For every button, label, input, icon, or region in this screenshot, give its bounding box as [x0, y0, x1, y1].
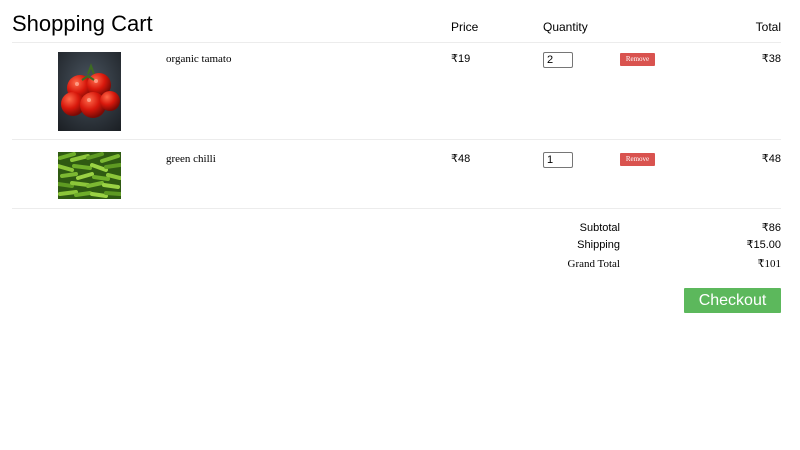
quantity-input[interactable]	[543, 52, 573, 68]
line-total: ₹48	[761, 153, 781, 165]
subtotal-value: ₹86	[761, 222, 781, 234]
product-name[interactable]: green chilli	[166, 152, 216, 166]
quantity-input[interactable]	[543, 152, 573, 168]
grand-total-label: Grand Total	[567, 258, 621, 270]
product-price: ₹19	[451, 53, 471, 65]
checkout-button[interactable]: Checkout	[684, 288, 781, 313]
price-column-header: Price	[451, 20, 479, 34]
shipping-value: ₹15.00	[746, 239, 781, 251]
header-divider	[12, 42, 781, 43]
line-total: ₹38	[761, 53, 781, 65]
row-divider	[12, 139, 781, 140]
summary-divider	[12, 208, 781, 209]
page-title: Shopping Cart	[12, 11, 153, 36]
product-name[interactable]: organic tamato	[166, 52, 231, 66]
product-price: ₹48	[451, 153, 471, 165]
shipping-label: Shipping	[577, 239, 620, 251]
total-column-header: Total	[755, 20, 781, 34]
grand-total-value: ₹101	[757, 258, 782, 270]
quantity-column-header: Quantity	[543, 20, 588, 34]
shopping-cart-page: Shopping Cart Price Quantity Total organ…	[0, 0, 800, 450]
tomato-image	[58, 52, 121, 131]
subtotal-label: Subtotal	[579, 222, 620, 234]
remove-button[interactable]: Remove	[620, 53, 655, 66]
green-chilli-image	[58, 152, 121, 199]
remove-button[interactable]: Remove	[620, 153, 655, 166]
